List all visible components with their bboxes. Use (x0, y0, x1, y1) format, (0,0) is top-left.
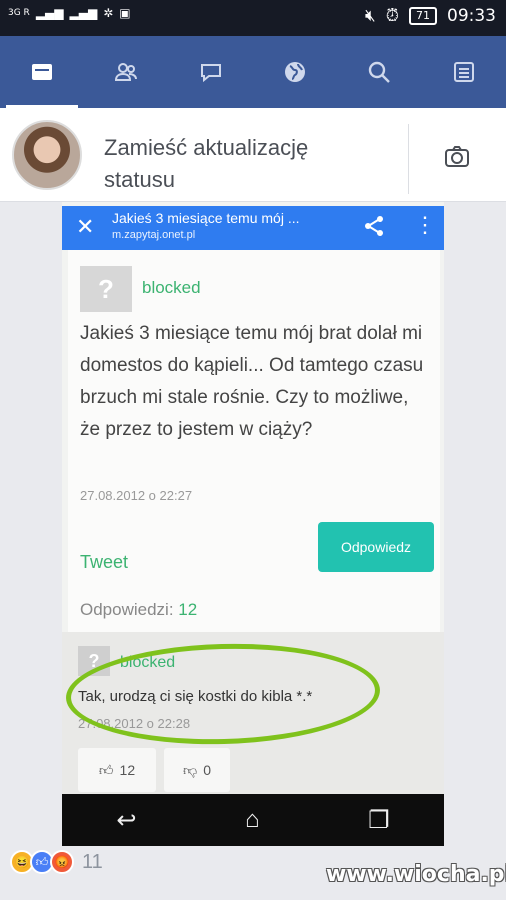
composer-prompt[interactable]: Zamieść aktualizację statusu (104, 132, 384, 196)
network-type: 3G R (8, 7, 30, 18)
tab-news-feed[interactable] (0, 36, 84, 108)
news-feed-icon (32, 64, 53, 80)
question-text: Jakieś 3 miesiące temu mój brat dolał mi… (80, 323, 424, 440)
reactions-bar[interactable]: 😆 👍︎ 😡 11 (10, 850, 103, 874)
reaction-count: 11 (82, 850, 103, 873)
search-icon (369, 61, 391, 83)
status-composer[interactable]: Zamieść aktualizację statusu (0, 108, 506, 202)
tab-search[interactable] (337, 36, 421, 108)
image-icon: ▣ (119, 6, 131, 20)
recents-icon[interactable]: ❐ (368, 806, 390, 835)
dislike-count: 0 (203, 762, 211, 778)
thumbs-down-icon: 👎︎ (182, 761, 198, 778)
notification-icon: ✲ (103, 6, 114, 20)
facebook-nav-bar (0, 36, 506, 108)
browser-bar: ✕ Jakieś 3 miesiące temu mój ... m.zapyt… (62, 206, 444, 250)
tab-menu[interactable] (422, 36, 506, 108)
signal-icon: ▂▄▆ (35, 6, 64, 20)
status-bar: 3G R ▂▄▆ ▂▄▆ ✲ ▣ 🔇︎ ⏰︎ 71 09:33 (0, 0, 506, 36)
answer-button[interactable]: Odpowiedz (318, 522, 434, 572)
android-nav-bar: ↩ ⌂ ❐ (62, 794, 444, 846)
answers-count: Odpowiedzi: 12 (80, 600, 197, 620)
dislike-button[interactable]: 👎︎ 0 (164, 748, 230, 792)
tab-friends[interactable] (84, 36, 168, 108)
camera-icon[interactable] (444, 144, 470, 170)
tab-globe[interactable] (253, 36, 337, 108)
watermark: www.wiocha.pl (326, 862, 506, 887)
status-right: 🔇︎ ⏰︎ 71 09:33 (365, 6, 496, 26)
answers-number: 12 (178, 600, 198, 619)
home-icon[interactable]: ⌂ (245, 806, 260, 834)
mute-icon: 🔇︎ (365, 6, 376, 26)
share-icon[interactable] (362, 214, 386, 238)
tab-messenger[interactable] (169, 36, 253, 108)
tweet-link[interactable]: Tweet (80, 552, 128, 573)
alarm-icon: ⏰︎ (385, 6, 399, 26)
answers-label: Odpowiedzi: (80, 600, 174, 619)
question-date: 27.08.2012 o 22:27 (80, 488, 193, 503)
back-icon[interactable]: ↩ (116, 806, 136, 835)
question-user[interactable]: blocked (142, 278, 201, 298)
globe-icon (285, 62, 306, 82)
profile-avatar (12, 120, 82, 190)
shared-screenshot: ✕ Jakieś 3 miesiące temu mój ... m.zapyt… (62, 202, 444, 846)
angry-reaction-icon: 😡 (50, 850, 74, 874)
browser-url: m.zapytaj.onet.pl (112, 229, 196, 241)
composer-divider (408, 124, 409, 194)
close-icon[interactable]: ✕ (76, 214, 94, 240)
more-options-icon[interactable]: ⋮ (414, 212, 436, 238)
thumbs-up-icon: 👍︎ (98, 761, 114, 778)
signal-icon-2: ▂▄▆ (69, 6, 98, 20)
battery-icon: 71 (409, 7, 437, 25)
status-left: 3G R ▂▄▆ ▂▄▆ ✲ ▣ (8, 6, 131, 20)
clock: 09:33 (447, 6, 496, 26)
messenger-icon (200, 64, 221, 83)
friends-icon (115, 63, 138, 81)
like-button[interactable]: 👍︎ 12 (78, 748, 156, 792)
question-avatar: ? (80, 266, 132, 312)
like-count: 12 (119, 762, 136, 778)
browser-title: Jakieś 3 miesiące temu mój ... (112, 210, 300, 226)
menu-icon (453, 62, 474, 82)
